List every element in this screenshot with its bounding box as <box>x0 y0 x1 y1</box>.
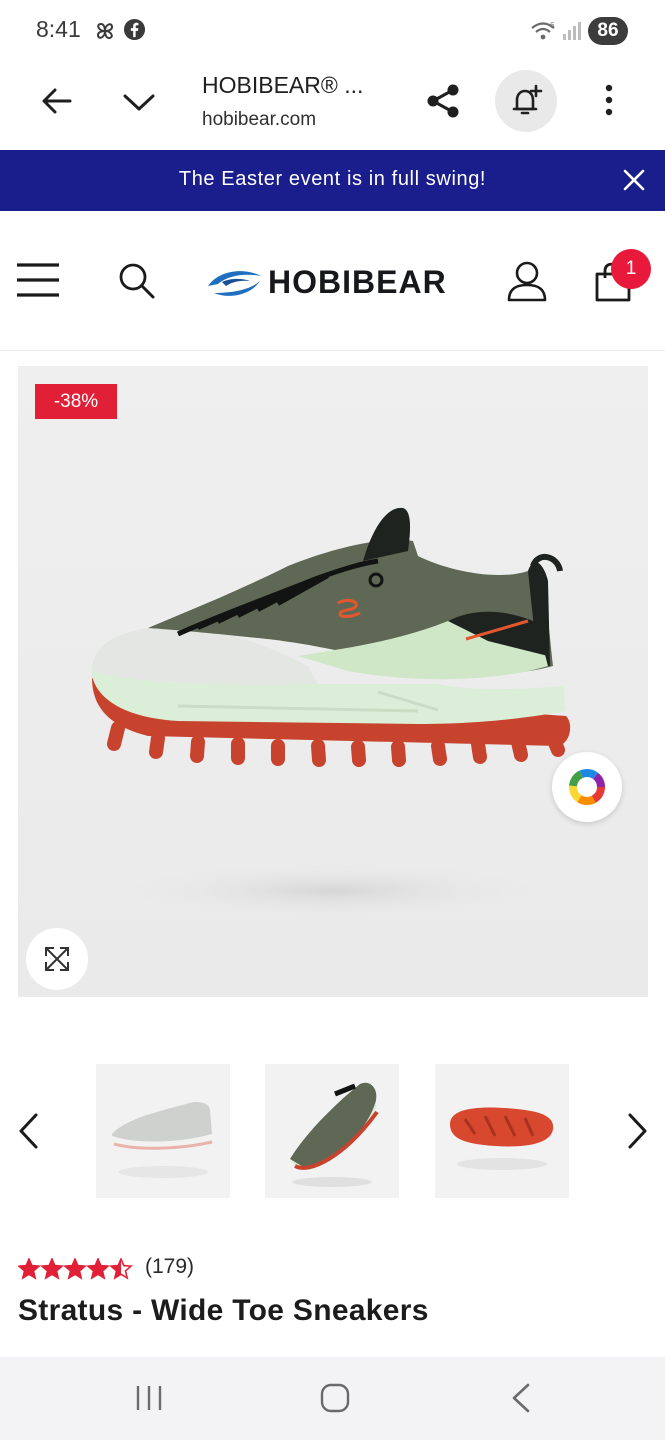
site-url[interactable]: hobibear.com <box>202 109 316 131</box>
announcement-bar: The Easter event is in full swing! <box>0 150 665 211</box>
chevron-right-icon[interactable] <box>626 1112 650 1155</box>
color-wheel-icon <box>567 767 607 812</box>
zoom-button[interactable] <box>26 928 88 990</box>
more-vert-icon[interactable] <box>596 82 622 123</box>
back-arrow-icon[interactable] <box>40 84 74 123</box>
star-icon <box>86 1256 110 1280</box>
search-icon[interactable] <box>117 261 157 306</box>
share-icon[interactable] <box>424 82 462 125</box>
discount-badge: -38% <box>35 384 117 419</box>
facebook-icon <box>123 18 146 46</box>
close-icon[interactable] <box>622 168 646 197</box>
wifi-icon: 6 <box>530 20 556 47</box>
star-icon <box>40 1256 64 1280</box>
status-bar: 8:41 6 86 <box>0 0 665 60</box>
thumbnail-3[interactable] <box>435 1064 569 1198</box>
star-icon <box>63 1256 87 1280</box>
menu-icon[interactable] <box>16 262 60 303</box>
browser-toolbar: HOBIBEAR® ... hobibear.com <box>0 60 665 150</box>
product-main-image[interactable] <box>18 366 648 997</box>
rating-stars[interactable] <box>17 1256 138 1285</box>
site-title[interactable]: HOBIBEAR® ... <box>202 72 363 99</box>
rating-count[interactable]: (179) <box>145 1255 194 1279</box>
brand-logo-icon[interactable] <box>206 266 262 305</box>
thumbnail-sneaker-angle <box>290 1082 379 1187</box>
announcement-text: The Easter event is in full swing! <box>178 168 487 190</box>
thumbnail-2[interactable] <box>265 1064 399 1198</box>
half-star-icon <box>109 1256 133 1280</box>
brand-name[interactable]: HOBIBEAR <box>268 264 447 301</box>
chevron-down-icon[interactable] <box>122 87 156 122</box>
bell-add-icon <box>509 83 545 124</box>
notification-button[interactable] <box>495 70 557 132</box>
account-icon[interactable] <box>506 260 548 307</box>
svg-text:6: 6 <box>550 21 555 30</box>
product-title: Stratus - Wide Toe Sneakers <box>18 1294 429 1327</box>
color-swatch-button[interactable] <box>552 752 622 822</box>
chevron-left-icon[interactable] <box>16 1112 40 1155</box>
system-nav-bar <box>0 1357 665 1440</box>
pinwheel-icon <box>92 18 118 49</box>
nav-back-icon[interactable] <box>508 1383 534 1418</box>
expand-icon <box>43 945 71 978</box>
cart-count-badge: 1 <box>611 249 651 289</box>
sneaker-illustration <box>92 507 571 921</box>
recent-apps-icon[interactable] <box>134 1385 164 1416</box>
battery-indicator: 86 <box>588 17 628 45</box>
thumbnail-sneaker-sole <box>450 1107 554 1170</box>
status-time: 8:41 <box>36 16 81 42</box>
thumbnail-sneaker-light <box>112 1101 213 1178</box>
home-icon[interactable] <box>320 1383 350 1418</box>
thumbnail-1[interactable] <box>96 1064 230 1198</box>
star-icon <box>17 1256 41 1280</box>
signal-icon <box>562 20 584 47</box>
